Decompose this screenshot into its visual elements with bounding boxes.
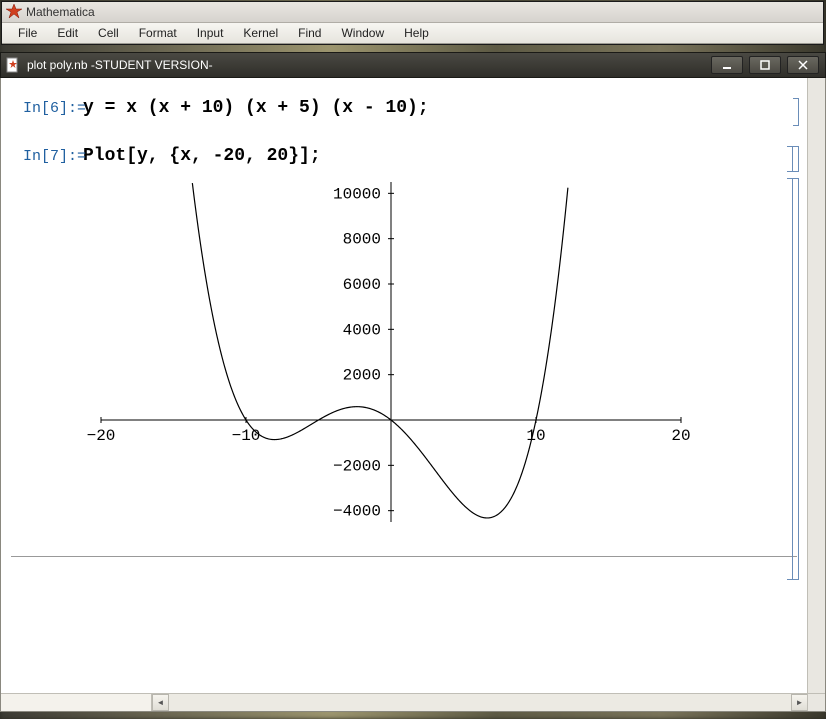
in-label-6: In[6]:= <box>23 100 86 117</box>
notebook-icon <box>5 57 21 73</box>
notebook-titlebar[interactable]: plot poly.nb -STUDENT VERSION- <box>0 52 826 78</box>
plot-output: −20 −10 10 20 −4000 −2000 2000 4000 6000 8000 1000… <box>81 172 701 552</box>
notebook-body: In[6]:= y = x (x + 10) (x + 5) (x - 10);… <box>0 78 826 712</box>
svg-text:−10: −10 <box>232 427 261 445</box>
menu-edit[interactable]: Edit <box>49 24 86 42</box>
close-button[interactable] <box>787 56 819 74</box>
notebook-window: plot poly.nb -STUDENT VERSION- In[6]:= y… <box>0 52 826 712</box>
cell-bracket[interactable] <box>787 178 793 580</box>
menu-help[interactable]: Help <box>396 24 437 42</box>
input-cell-7[interactable]: In[7]:= Plot[y, {x, -20, 20}]; −20 −10 10 2… <box>11 146 797 586</box>
svg-text:8000: 8000 <box>343 231 381 249</box>
cell-separator <box>11 556 797 557</box>
in-label-7: In[7]:= <box>23 148 86 165</box>
app-titlebar[interactable]: Mathematica <box>2 2 823 23</box>
menu-input[interactable]: Input <box>189 24 232 42</box>
maximize-button[interactable] <box>749 56 781 74</box>
menu-cell[interactable]: Cell <box>90 24 127 42</box>
vertical-scrollbar[interactable] <box>807 78 825 694</box>
cell-bracket[interactable] <box>793 146 799 172</box>
scroll-track[interactable] <box>169 694 791 711</box>
menu-file[interactable]: File <box>10 24 45 42</box>
app-title: Mathematica <box>26 5 95 19</box>
svg-text:2000: 2000 <box>343 367 381 385</box>
zoom-indicator[interactable] <box>1 694 152 711</box>
cell-bracket[interactable] <box>787 146 793 172</box>
cell-bracket[interactable] <box>793 178 799 580</box>
svg-text:4000: 4000 <box>343 321 381 339</box>
cell-bracket[interactable] <box>793 98 799 126</box>
svg-text:10: 10 <box>526 427 545 445</box>
menu-kernel[interactable]: Kernel <box>235 24 286 42</box>
svg-text:−4000: −4000 <box>333 503 381 521</box>
plot-svg: −20 −10 10 20 −4000 −2000 2000 4000 6000 8000 1000… <box>81 172 701 552</box>
in-code-6[interactable]: y = x (x + 10) (x + 5) (x - 10); <box>83 98 429 118</box>
notebook-title: plot poly.nb -STUDENT VERSION- <box>27 58 213 72</box>
menu-find[interactable]: Find <box>290 24 329 42</box>
scroll-right-button[interactable]: ► <box>791 694 808 711</box>
mathematica-icon <box>6 4 22 20</box>
minimize-button[interactable] <box>711 56 743 74</box>
horizontal-scrollbar[interactable]: ◄ ► <box>1 693 808 711</box>
scroll-left-button[interactable]: ◄ <box>152 694 169 711</box>
menu-window[interactable]: Window <box>333 24 392 42</box>
notebook-content[interactable]: In[6]:= y = x (x + 10) (x + 5) (x - 10);… <box>1 78 807 693</box>
resize-grip[interactable] <box>807 693 825 711</box>
in-code-7[interactable]: Plot[y, {x, -20, 20}]; <box>83 146 321 166</box>
input-cell-6[interactable]: In[6]:= y = x (x + 10) (x + 5) (x - 10); <box>11 98 797 128</box>
svg-text:−2000: −2000 <box>333 457 381 475</box>
svg-text:20: 20 <box>671 427 690 445</box>
svg-text:10000: 10000 <box>333 185 381 203</box>
mathematica-main-window: Mathematica File Edit Cell Format Input … <box>1 1 824 45</box>
svg-text:6000: 6000 <box>343 276 381 294</box>
menu-bar: File Edit Cell Format Input Kernel Find … <box>2 23 823 44</box>
svg-text:−20: −20 <box>87 427 116 445</box>
menu-format[interactable]: Format <box>131 24 185 42</box>
